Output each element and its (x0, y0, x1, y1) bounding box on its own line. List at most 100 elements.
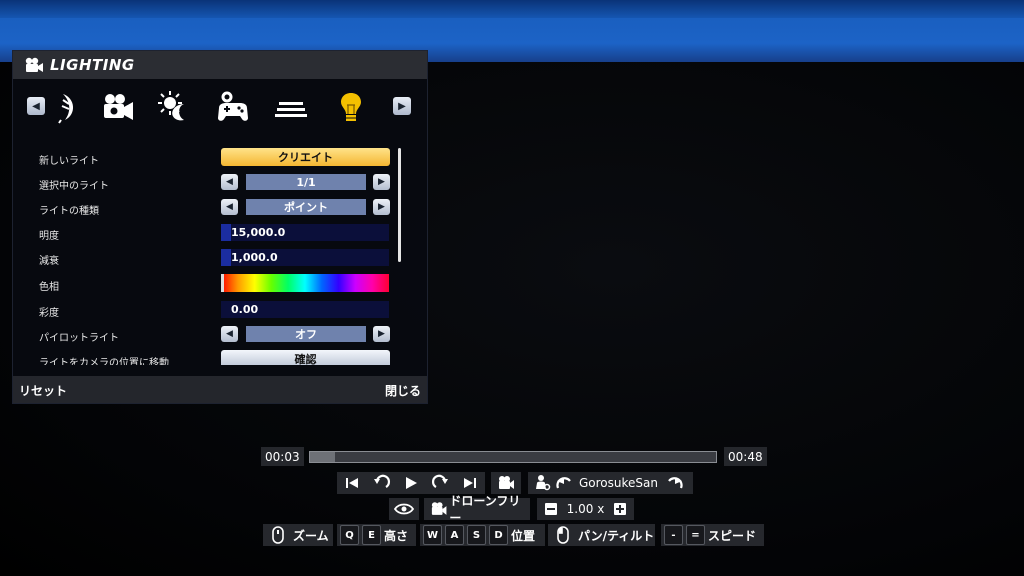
tab-bar: ◀ ▶ (13, 87, 427, 127)
panel-title: LIGHTING (50, 56, 135, 74)
camera-icon (431, 502, 447, 515)
row-light-type: ライトの種類 ◀ ポイント ▶ (13, 198, 427, 220)
row-label: ライトをカメラの位置に移動 (39, 358, 169, 365)
current-time: 00:03 (261, 447, 304, 466)
gamepad-icon[interactable] (215, 90, 251, 124)
pan-tilt-label: パン/ティルト (578, 528, 655, 543)
total-time: 00:48 (724, 447, 767, 466)
row-move-to-camera: ライトをカメラの位置に移動 確認 (13, 350, 427, 365)
fast-forward-icon[interactable] (430, 472, 452, 494)
lightbulb-icon[interactable] (333, 90, 369, 124)
pilot-light-value: オフ (246, 326, 366, 342)
panel-header: LIGHTING (13, 51, 427, 79)
player-selector: GorosukeSan (528, 472, 693, 494)
lighting-panel: LIGHTING ◀ ▶ 新しいライト クリエイト 選択中のライト ◀ 1/1 … (13, 51, 427, 403)
timeline-track[interactable] (309, 451, 717, 463)
rewind-icon[interactable] (370, 472, 392, 494)
camera-icon (25, 57, 43, 72)
row-falloff: 減衰 1,000.0 (13, 248, 427, 270)
player-icon[interactable] (531, 472, 553, 494)
row-brightness: 明度 15,000.0 (13, 223, 427, 245)
pilot-light-next-button[interactable]: ▶ (373, 326, 390, 342)
falloff-slider[interactable]: 1,000.0 (221, 249, 389, 266)
leaf-icon[interactable] (49, 90, 85, 124)
player-name: GorosukeSan (579, 476, 658, 490)
light-type-next-button[interactable]: ▶ (373, 199, 390, 215)
hue-knob[interactable] (221, 274, 224, 292)
row-label: パイロットライト (39, 333, 119, 344)
eye-icon (393, 503, 415, 515)
selected-light-prev-button[interactable]: ◀ (221, 174, 238, 190)
selected-light-value: 1/1 (246, 174, 366, 190)
key-minus: - (664, 525, 683, 545)
row-new-light: 新しいライト クリエイト (13, 148, 427, 170)
key-s: S (467, 525, 486, 545)
mouse-scroll-icon (272, 526, 284, 544)
camera-mode-label: ドローンフリー (449, 494, 521, 525)
prev-player-icon[interactable] (553, 472, 575, 494)
height-hint: Q E 高さ (337, 524, 416, 546)
speed-label: スピード (708, 528, 757, 543)
skip-start-icon[interactable] (341, 472, 363, 494)
row-label: 減衰 (39, 256, 59, 267)
pilot-light-prev-button[interactable]: ◀ (221, 326, 238, 342)
slider-fill (221, 249, 232, 266)
selected-light-next-button[interactable]: ▶ (373, 174, 390, 190)
key-e: E (362, 525, 381, 545)
day-night-icon[interactable] (156, 90, 192, 124)
position-hint: W A S D 位置 (420, 524, 545, 546)
light-type-prev-button[interactable]: ◀ (221, 199, 238, 215)
speed-hint: - = スピード (661, 524, 764, 546)
play-icon[interactable] (400, 472, 422, 494)
hue-slider[interactable] (221, 274, 389, 292)
row-saturation: 彩度 0.00 (13, 300, 427, 322)
decrease-speed-icon[interactable] (540, 498, 562, 520)
confirm-move-button[interactable]: 確認 (221, 350, 390, 365)
increase-speed-icon[interactable] (609, 498, 631, 520)
row-label: 明度 (39, 231, 59, 242)
light-type-value: ポイント (246, 199, 366, 215)
create-light-button[interactable]: クリエイト (221, 148, 390, 166)
zoom-label: ズーム (293, 528, 329, 543)
scrollbar[interactable] (398, 148, 401, 262)
close-button[interactable]: 閉じる (385, 382, 421, 399)
layers-icon[interactable] (273, 90, 309, 124)
row-label: 新しいライト (39, 156, 99, 167)
mouse-icon (557, 526, 569, 544)
position-label: 位置 (511, 528, 536, 543)
visibility-button[interactable] (389, 498, 419, 520)
speed-control: 1.00 x (537, 498, 634, 520)
slider-fill (221, 224, 232, 241)
tab-next-button[interactable]: ▶ (393, 97, 411, 115)
skip-end-icon[interactable] (459, 472, 481, 494)
row-pilot-light: パイロットライト ◀ オフ ▶ (13, 325, 427, 347)
row-label: 彩度 (39, 308, 59, 319)
row-hue: 色相 (13, 274, 427, 296)
slider-value: 0.00 (231, 303, 259, 316)
camera-button[interactable] (491, 472, 521, 494)
settings-list: 新しいライト クリエイト 選択中のライト ◀ 1/1 ▶ ライトの種類 ◀ ポイ… (13, 143, 427, 365)
reset-button[interactable]: リセット (19, 382, 67, 399)
tab-prev-button[interactable]: ◀ (27, 97, 45, 115)
brightness-slider[interactable]: 15,000.0 (221, 224, 389, 241)
key-w: W (423, 525, 442, 545)
row-label: ライトの種類 (39, 206, 99, 217)
next-player-icon[interactable] (664, 472, 686, 494)
row-label: 選択中のライト (39, 181, 109, 192)
key-d: D (489, 525, 508, 545)
key-equal: = (686, 525, 705, 545)
speed-value: 1.00 x (566, 502, 605, 516)
pan-tilt-hint: パン/ティルト (548, 524, 655, 546)
key-a: A (445, 525, 464, 545)
camera-icon[interactable] (100, 90, 136, 124)
playback-controls (337, 472, 485, 494)
row-selected-light: 選択中のライト ◀ 1/1 ▶ (13, 173, 427, 195)
camera-mode-button[interactable]: ドローンフリー (424, 494, 530, 525)
slider-value: 1,000.0 (231, 251, 278, 264)
panel-footer: リセット 閉じる (13, 376, 427, 403)
timeline-progress (310, 452, 336, 462)
key-q: Q (340, 525, 359, 545)
row-label: 色相 (39, 282, 59, 293)
slider-value: 15,000.0 (231, 226, 286, 239)
saturation-slider[interactable]: 0.00 (221, 301, 389, 318)
